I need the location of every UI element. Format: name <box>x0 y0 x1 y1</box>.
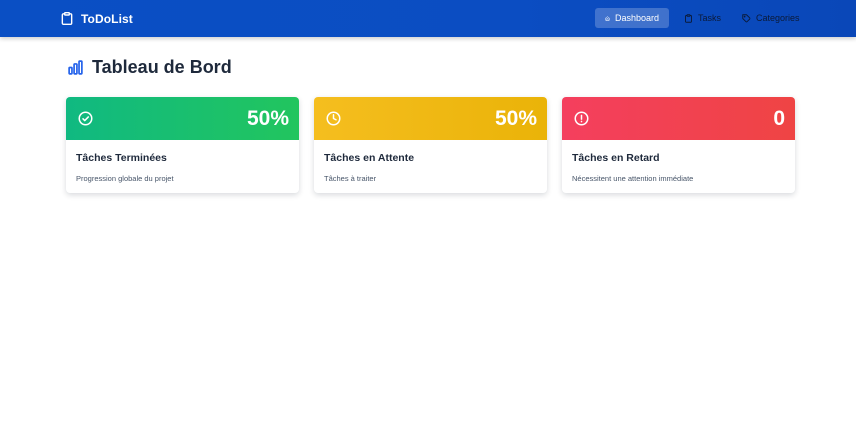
bar-chart-icon <box>68 60 83 75</box>
stat-title: Tâches en Retard <box>572 152 660 164</box>
navbar: ToDoList Dashboard Tasks Categories <box>0 0 856 37</box>
stat-card-header: 50% <box>314 97 547 140</box>
nav-item-dashboard[interactable]: Dashboard <box>595 8 669 28</box>
brand-link[interactable]: ToDoList <box>60 9 133 28</box>
stat-title: Tâches en Attente <box>324 152 415 164</box>
page-title: Tableau de Bord <box>67 57 232 78</box>
stat-subtitle: Progression globale du projet <box>76 174 174 183</box>
clipboard-icon <box>61 11 73 26</box>
stat-card-completed: 50% Tâches Terminées Progression globale… <box>66 97 299 193</box>
nav-item-label: Dashboard <box>614 13 659 23</box>
home-icon <box>605 15 610 21</box>
clipboard-icon <box>685 13 692 23</box>
stat-title: Tâches Terminées <box>76 152 167 164</box>
stat-card-header: 0 <box>562 97 795 140</box>
stat-value: 0 <box>773 106 785 130</box>
clock-icon <box>326 111 341 126</box>
nav-item-categories[interactable]: Categories <box>732 8 810 28</box>
page-title-text: Tableau de Bord <box>92 57 232 77</box>
nav-item-label: Tasks <box>698 13 722 23</box>
check-circle-icon <box>78 111 93 126</box>
stat-card-pending: 50% Tâches en Attente Tâches à traiter <box>314 97 547 193</box>
stat-value: 50% <box>246 106 289 130</box>
brand-name: ToDoList <box>81 11 133 26</box>
tag-icon <box>742 13 751 22</box>
stat-card-overdue: 0 Tâches en Retard Nécessitent une atten… <box>562 97 795 193</box>
alert-circle-icon <box>574 111 589 126</box>
stat-subtitle: Nécessitent une attention immédiate <box>572 174 694 183</box>
stat-card-header: 50% <box>66 97 299 140</box>
nav-item-tasks[interactable]: Tasks <box>674 8 731 28</box>
stat-value: 50% <box>494 106 537 130</box>
stat-subtitle: Tâches à traiter <box>324 174 377 183</box>
nav-item-label: Categories <box>756 13 800 23</box>
